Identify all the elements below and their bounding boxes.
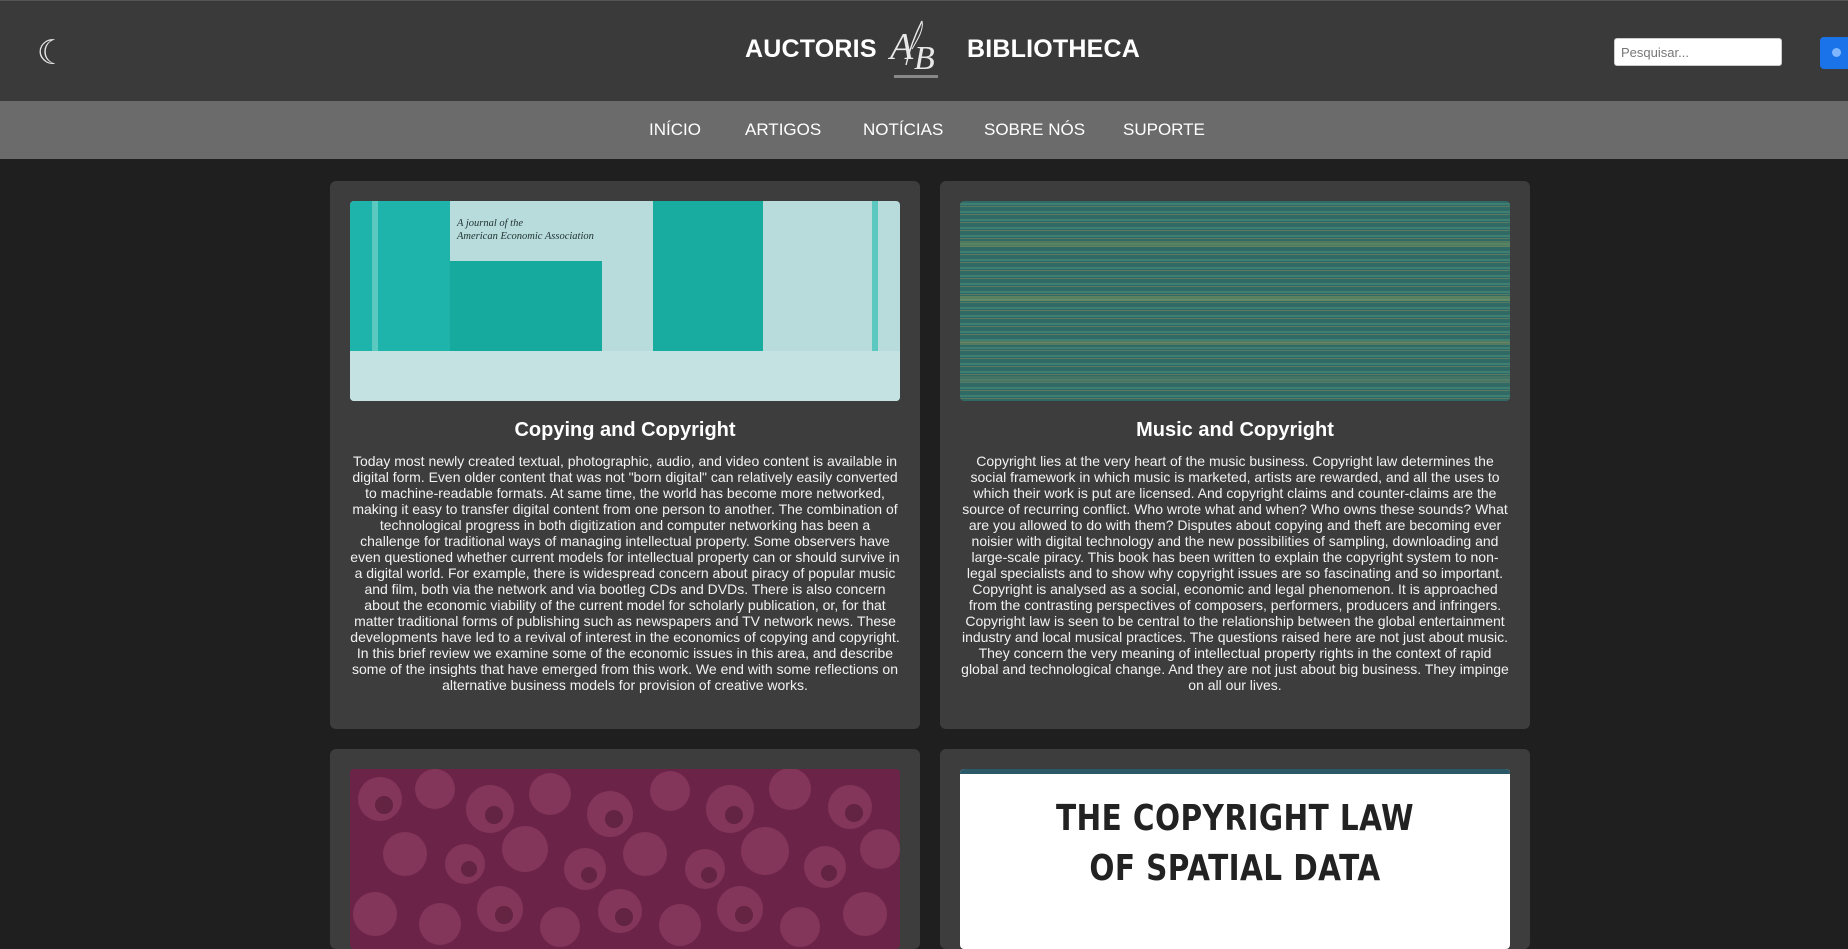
nav-item-artigos[interactable]: ARTIGOS xyxy=(745,120,821,140)
brand-name-right: BIBLIOTHECA xyxy=(967,35,1141,63)
site-logo[interactable]: A B xyxy=(888,19,946,81)
cover-top-stripe xyxy=(960,769,1510,774)
article-cover-image[interactable]: A journal of the American Economic Assoc… xyxy=(350,201,900,401)
article-summary: Today most newly created textual, photog… xyxy=(350,453,900,693)
cover-title: THE COPYRIGHT LAW OF SPATIAL DATA xyxy=(1010,794,1461,894)
svg-text:A: A xyxy=(888,26,914,68)
search-icon xyxy=(1832,48,1841,57)
moon-icon[interactable]: ☾ xyxy=(34,35,70,71)
cover-caption-line: A journal of the xyxy=(457,218,524,229)
main-nav: INÍCIO ARTIGOS NOTÍCIAS SOBRE NÓS SUPORT… xyxy=(0,101,1848,159)
brand-name-left: AUCTORIS xyxy=(745,35,877,63)
svg-text:B: B xyxy=(914,40,935,77)
site-header: ☾ AUCTORIS A B BIBLIOTHECA xyxy=(0,0,1848,101)
cover-title-line: OF SPATIAL DATA xyxy=(1089,848,1381,889)
article-title[interactable]: Copying and Copyright xyxy=(330,419,920,442)
search-input[interactable] xyxy=(1614,38,1782,66)
nav-item-sobre-nos[interactable]: SOBRE NÓS xyxy=(984,120,1085,140)
cover-caption: A journal of the American Economic Assoc… xyxy=(457,217,594,243)
cover-caption-line: American Economic Association xyxy=(457,231,594,242)
article-card[interactable]: THE COPYRIGHT LAW OF SPATIAL DATA xyxy=(940,749,1530,949)
nav-item-inicio[interactable]: INÍCIO xyxy=(649,120,701,140)
article-title[interactable]: Music and Copyright xyxy=(940,419,1530,442)
article-card[interactable] xyxy=(330,749,920,949)
article-cover-image[interactable] xyxy=(960,201,1510,401)
search-button[interactable] xyxy=(1820,37,1848,69)
article-cover-image[interactable] xyxy=(350,769,900,949)
article-cover-image[interactable]: THE COPYRIGHT LAW OF SPATIAL DATA xyxy=(960,769,1510,949)
article-summary: Copyright lies at the very heart of the … xyxy=(961,453,1509,693)
nav-item-suporte[interactable]: SUPORTE xyxy=(1123,120,1205,140)
article-card[interactable]: A journal of the American Economic Assoc… xyxy=(330,181,920,729)
article-card[interactable]: Music and Copyright Copyright lies at th… xyxy=(940,181,1530,729)
cover-title-line: THE COPYRIGHT LAW xyxy=(1056,798,1414,839)
nav-item-noticias[interactable]: NOTÍCIAS xyxy=(863,120,943,140)
